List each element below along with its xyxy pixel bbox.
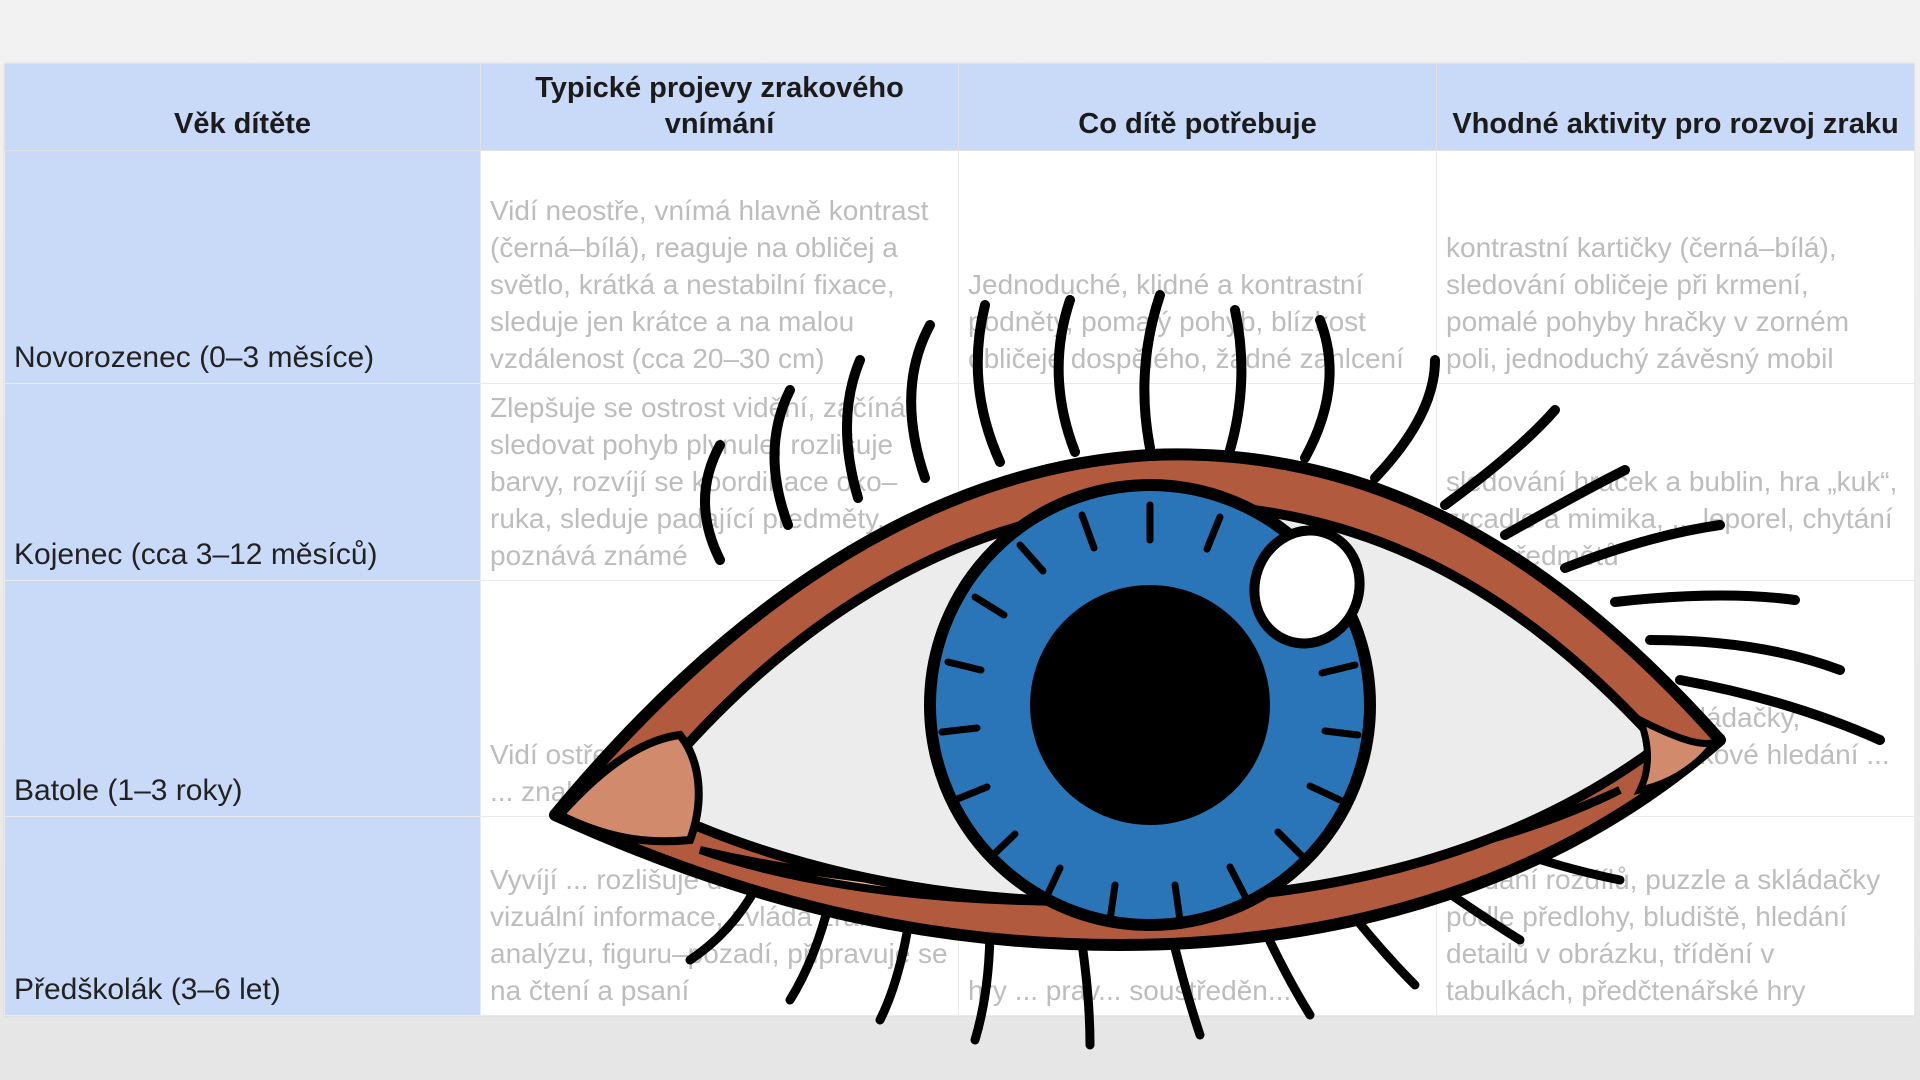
age-cell: Předškolák (3–6 let): [4, 815, 481, 1017]
signs-cell: Zlepšuje se ostrost vidění, začíná sledo…: [480, 383, 959, 582]
activities-cell: ... třídění podle ... skládačky, jednodu…: [1436, 580, 1915, 817]
signs-cell: Vyvíjí ... rozlišuje detaily, pamatuje s…: [480, 815, 959, 1017]
table-row: Novorozenec (0–3 měsíce) Vidí neostře, v…: [4, 149, 1915, 385]
activities-cell: sledování hraček a bublin, hra „kuk“, zr…: [1436, 383, 1915, 582]
needs-cell: Jednoduché, klidné a kontrastní podněty,…: [958, 149, 1437, 385]
activities-cell: hledání rozdílů, puzzle a skládačky podl…: [1436, 815, 1915, 1017]
table-row: Kojenec (cca 3–12 měsíců) Zlepšuje se os…: [4, 383, 1915, 582]
vision-development-table: Věk dítěte Typické projevy zrakového vní…: [4, 63, 1915, 1017]
needs-cell: [958, 580, 1437, 817]
needs-cell: hry ... prav... soustředěn...: [958, 815, 1437, 1017]
header-signs: Typické projevy zrakového vnímání: [480, 63, 959, 151]
activities-cell: kontrastní kartičky (černá–bílá), sledov…: [1436, 149, 1915, 385]
table-row: Batole (1–3 roky) Vidí ostře, rozlišuje …: [4, 580, 1915, 817]
signs-cell: Vidí neostře, vnímá hlavně kontrast (čer…: [480, 149, 959, 385]
table-row: Předškolák (3–6 let) Vyvíjí ... rozlišuj…: [4, 815, 1915, 1017]
age-cell: Novorozenec (0–3 měsíce): [4, 149, 481, 385]
age-cell: Kojenec (cca 3–12 měsíců): [4, 383, 481, 582]
header-activities: Vhodné aktivity pro rozvoj zraku: [1436, 63, 1915, 151]
table-header-row: Věk dítěte Typické projevy zrakového vní…: [4, 63, 1915, 151]
needs-cell: Ra: [958, 383, 1437, 582]
signs-cell: Vidí ostře, rozlišuje ... začíná třídit …: [480, 580, 959, 817]
header-needs: Co dítě potřebuje: [958, 63, 1437, 151]
header-age: Věk dítěte: [4, 63, 481, 151]
development-table: Věk dítěte Typické projevy zrakového vní…: [4, 63, 1915, 1017]
age-cell: Batole (1–3 roky): [4, 580, 481, 817]
